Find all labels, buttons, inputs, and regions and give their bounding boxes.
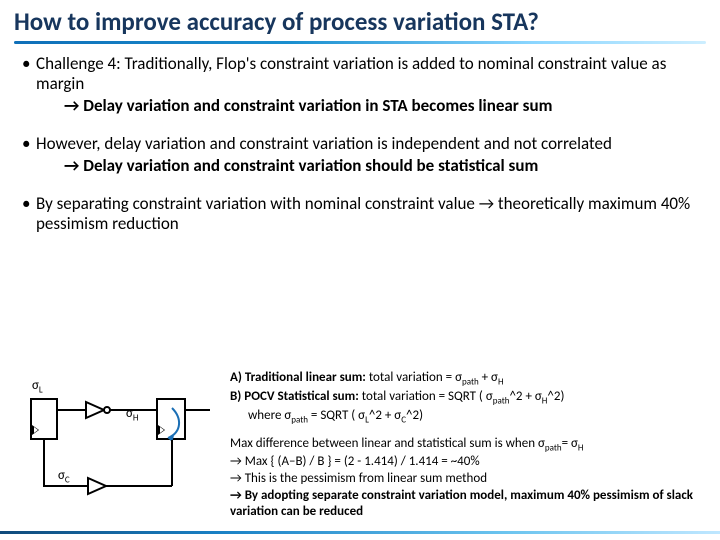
bullet-1-sub: Delay variation and constraint variation… [83, 95, 552, 116]
bullet-1-text: Challenge 4: Traditionally, Flop's const… [36, 53, 666, 94]
arrow-icon: → [64, 95, 83, 116]
circuit-diagram: σL σH σC [26, 374, 216, 514]
bullet-1: Challenge 4: Traditionally, Flop's const… [22, 54, 698, 116]
line-diff4: → By adopting separate constraint variat… [230, 488, 700, 521]
bullet-2: However, delay variation and constraint … [22, 134, 698, 176]
footer-rule [0, 531, 720, 534]
line-b-label: B) POCV Statistical sum: [230, 389, 359, 404]
bullet-2-sub: Delay variation and constraint variation… [83, 155, 538, 176]
wires-icon [26, 374, 216, 514]
math-explanation: A) Traditional linear sum: total variati… [230, 370, 700, 521]
slide-body: Challenge 4: Traditionally, Flop's const… [0, 44, 720, 234]
line-diff2: → Max { (A–B) / B } = (2 - 1.414) / 1.41… [230, 454, 700, 471]
line-diff1: Max difference between linear and statis… [230, 436, 700, 454]
bullet-2-text: However, delay variation and constraint … [36, 133, 612, 154]
bullet-3-text: By separating constraint variation with … [36, 193, 690, 234]
bullet-3: By separating constraint variation with … [22, 194, 698, 234]
line-where: where σpath = SQRT ( σL^2 + σC^2) [230, 408, 700, 426]
line-diff3: → This is the pessimism from linear sum … [230, 471, 700, 488]
line-a-label: A) Traditional linear sum: [230, 370, 366, 385]
slide-title: How to improve accuracy of process varia… [14, 6, 706, 37]
arrow-icon: → [64, 155, 83, 176]
